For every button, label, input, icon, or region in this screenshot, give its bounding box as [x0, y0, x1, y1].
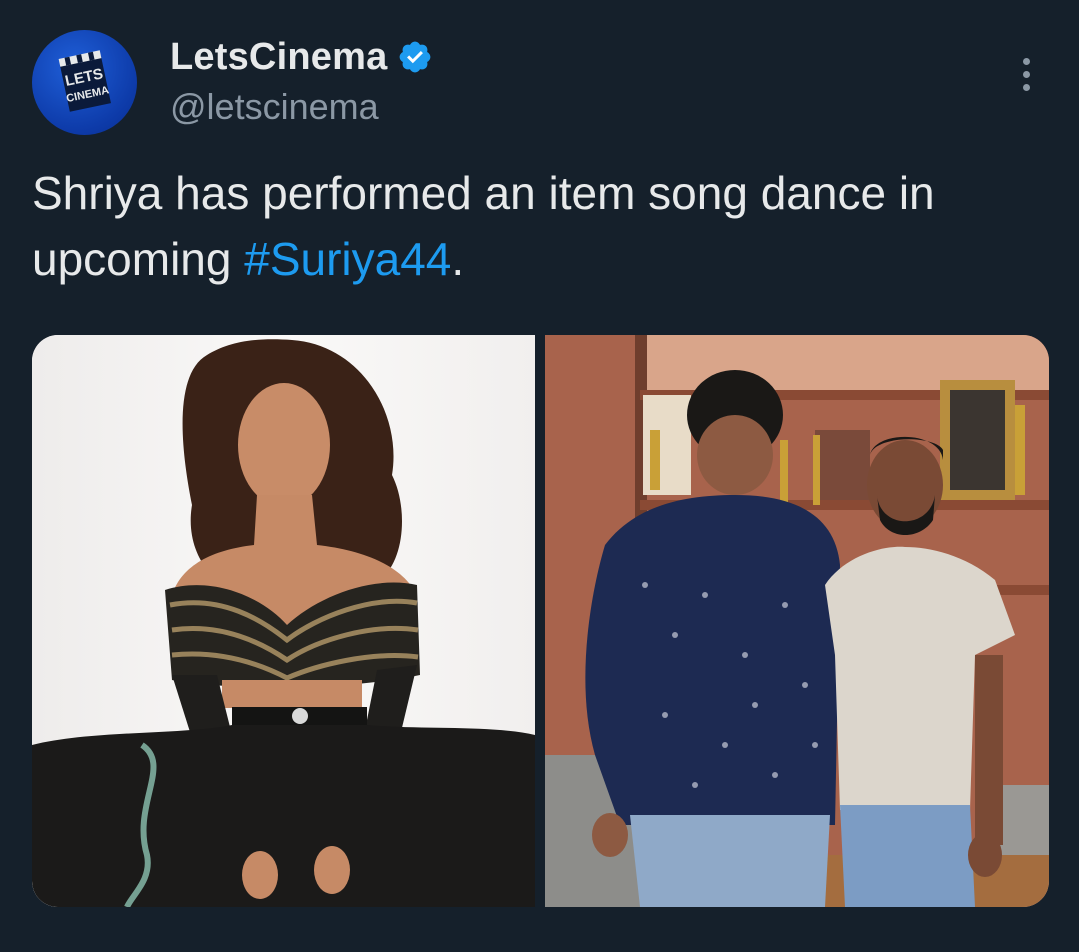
hashtag-link[interactable]: #Suriya44	[244, 233, 451, 285]
display-name[interactable]: LetsCinema	[170, 36, 387, 79]
verified-badge-icon	[400, 41, 431, 73]
more-options-icon[interactable]	[1006, 52, 1046, 96]
photo-left-illustration	[32, 335, 535, 907]
photo-right-illustration	[545, 335, 1049, 907]
author-handle[interactable]: @letscinema	[170, 86, 379, 128]
tweet-text: Shriya has performed an item song dance …	[32, 160, 1052, 292]
avatar[interactable]: LETS CINEMA	[32, 30, 137, 135]
photo-left[interactable]	[32, 335, 535, 907]
tweet-text-before: Shriya has performed an item song dance …	[32, 167, 935, 285]
tweet-text-after: .	[451, 233, 465, 285]
more-dot	[1022, 57, 1030, 65]
author-name-row[interactable]: LetsCinema	[170, 34, 433, 80]
more-dot	[1022, 70, 1030, 78]
more-dot	[1022, 83, 1030, 91]
photo-right[interactable]	[545, 335, 1049, 907]
letscinema-logo: LETS CINEMA	[58, 50, 111, 112]
media-grid	[32, 335, 1049, 907]
